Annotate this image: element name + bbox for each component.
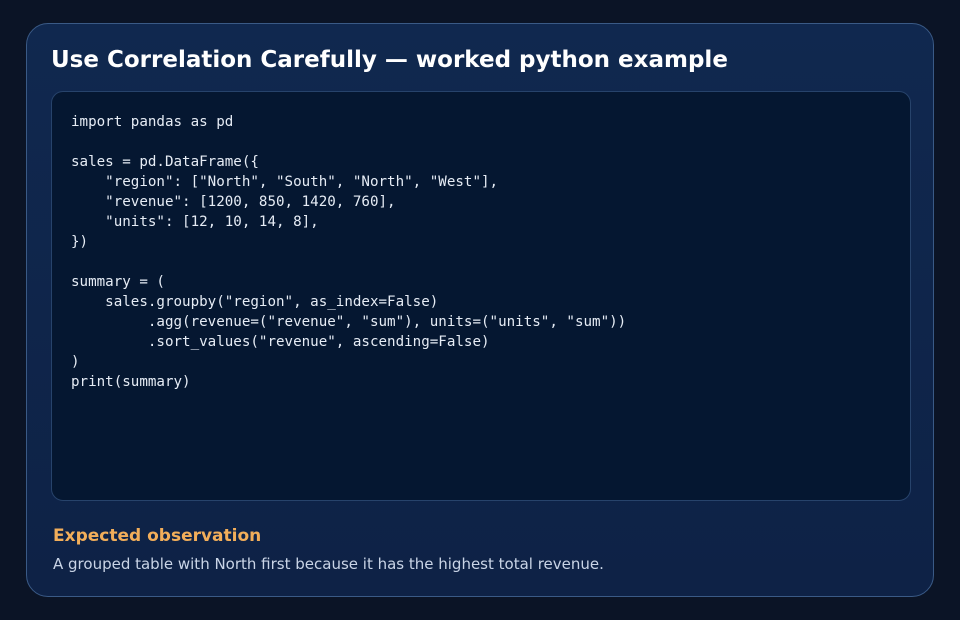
code-line: }) xyxy=(71,234,89,250)
code-line: "region": ["North", "South", "North", "W… xyxy=(71,174,499,190)
observation-text: A grouped table with North first because… xyxy=(53,555,604,573)
page-title: Use Correlation Carefully — worked pytho… xyxy=(51,47,728,73)
observation-heading: Expected observation xyxy=(53,526,262,546)
example-card: Use Correlation Carefully — worked pytho… xyxy=(26,23,934,597)
code-line: print(summary) xyxy=(71,374,191,390)
code-block: import pandas as pd sales = pd.DataFrame(… xyxy=(71,112,626,392)
code-panel: import pandas as pd sales = pd.DataFrame(… xyxy=(51,91,911,501)
code-line: import pandas as pd xyxy=(71,114,234,130)
code-line: .agg(revenue=("revenue", "sum"), units=(… xyxy=(71,314,627,330)
code-line: "units": [12, 10, 14, 8], xyxy=(71,214,319,230)
code-line: "revenue": [1200, 850, 1420, 760], xyxy=(71,194,396,210)
code-line: sales.groupby("region", as_index=False) xyxy=(71,294,439,310)
code-line: ) xyxy=(71,354,80,370)
code-line: sales = pd.DataFrame({ xyxy=(71,154,259,170)
code-line: .sort_values("revenue", ascending=False) xyxy=(71,334,490,350)
code-line: summary = ( xyxy=(71,274,165,290)
